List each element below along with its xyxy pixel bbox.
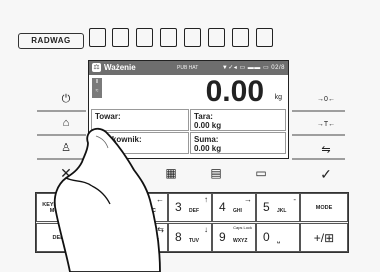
stability-icon: ≈: [95, 88, 99, 94]
scale-terminal: RADWAG ⏻ ⌂ ♙ ✕ →0← →T← ⇋ ✓ ⚖ Ważenie PUB…: [0, 0, 380, 272]
key-3-number: 3: [175, 200, 182, 214]
screen-title: Ważenie: [104, 63, 136, 72]
suma-value: 0.00 kg: [194, 144, 222, 153]
key-9-letters: WXYZ: [233, 238, 248, 244]
suma-field[interactable]: Suma: 0.00 kg: [190, 132, 286, 154]
key-5-letters: JKL: [277, 208, 287, 214]
sign-print-key[interactable]: +/⊞: [300, 223, 348, 252]
weighing-screen: ⚖ Ważenie PUB HAT ▼✓◂ ▭ ▬▬ ▭ 02/8 II ≈ 0…: [88, 60, 289, 159]
down-arrow-icon: ↓: [204, 225, 208, 234]
scale-icon: ⚖: [92, 63, 101, 72]
key-0-number: 0: [263, 230, 270, 244]
weight-readout: 0.00: [205, 75, 264, 108]
right-arrow-icon: →: [244, 195, 252, 204]
up-arrow-icon: ↑: [204, 195, 208, 204]
key-0[interactable]: 0 ␣: [256, 223, 300, 252]
softkey-2[interactable]: ▦: [162, 166, 180, 180]
key-4-letters: GHI: [233, 208, 242, 214]
minus-icon: -: [293, 195, 296, 204]
key-5-number: 5: [263, 200, 270, 214]
status-side-icons: II ≈: [92, 78, 102, 98]
mode-key[interactable]: MODE: [300, 193, 348, 222]
key-9[interactable]: 9 WXYZ Caps Lock: [212, 223, 256, 252]
keypad: KEYBOARD MODE 1 2 ABC ← 3 DEF ↑ 4 GHI → …: [35, 192, 349, 253]
delete-key[interactable]: DEL: [36, 223, 80, 252]
screen-topbar: ⚖ Ważenie PUB HAT ▼✓◂ ▭ ▬▬ ▭ 02/8: [89, 61, 288, 75]
sign-print-icon: +/⊞: [313, 231, 335, 245]
key-8-letters: TUV: [189, 238, 199, 244]
softkey-3[interactable]: ▤: [207, 166, 225, 180]
uzytkownik-label: Użytkownik:: [95, 135, 142, 144]
key-2-letters: ABC: [145, 208, 156, 214]
towar-field[interactable]: Towar:: [91, 109, 189, 131]
key-3-letters: DEF: [189, 208, 199, 214]
tara-label: Tara:: [194, 112, 213, 121]
key-1-number: 1: [87, 200, 94, 214]
key-3[interactable]: 3 DEF ↑: [168, 193, 212, 222]
delete-label: DEL: [52, 235, 64, 241]
suma-label: Suma:: [194, 135, 219, 144]
key-1[interactable]: 1: [80, 193, 124, 222]
key-8[interactable]: 8 TUV ↓: [168, 223, 212, 252]
mode-label: MODE: [315, 205, 333, 211]
key-6-number: 6: [87, 230, 94, 244]
tara-field[interactable]: Tara: 0.00 kg: [190, 109, 286, 131]
softkey-1[interactable]: ⌂: [115, 166, 133, 180]
tab-icon: ⇆: [157, 225, 164, 234]
key-7[interactable]: 7 PQRS ⇆: [124, 223, 168, 252]
uzytkownik-field[interactable]: Użytkownik:: [91, 132, 189, 154]
weight-unit: kg: [274, 94, 282, 101]
key-8-number: 8: [175, 230, 182, 244]
pause-icon: II: [95, 79, 99, 85]
pub-indicator: PUB HAT: [177, 65, 199, 71]
key-7-letters: PQRS: [145, 238, 160, 244]
keyboard-mode-label: KEYBOARD MODE: [42, 202, 74, 214]
key-2-number: 2: [131, 200, 138, 214]
softkey-4[interactable]: ▭: [252, 166, 270, 180]
left-arrow-icon: ←: [156, 195, 164, 204]
keyboard-mode-key[interactable]: KEYBOARD MODE: [36, 193, 80, 222]
caps-lock-label: Caps Lock: [233, 225, 252, 230]
key-6[interactable]: 6: [80, 223, 124, 252]
key-2[interactable]: 2 ABC ←: [124, 193, 168, 222]
tara-value: 0.00 kg: [194, 121, 222, 130]
key-4-number: 4: [219, 200, 226, 214]
key-5[interactable]: 5 JKL -: [256, 193, 300, 222]
key-9-number: 9: [219, 230, 226, 244]
space-icon: ␣: [277, 238, 281, 244]
towar-label: Towar:: [95, 112, 121, 121]
key-7-number: 7: [131, 230, 138, 244]
status-icons: ▼✓◂ ▭ ▬▬ ▭ 02/8: [221, 65, 285, 71]
key-4[interactable]: 4 GHI →: [212, 193, 256, 222]
